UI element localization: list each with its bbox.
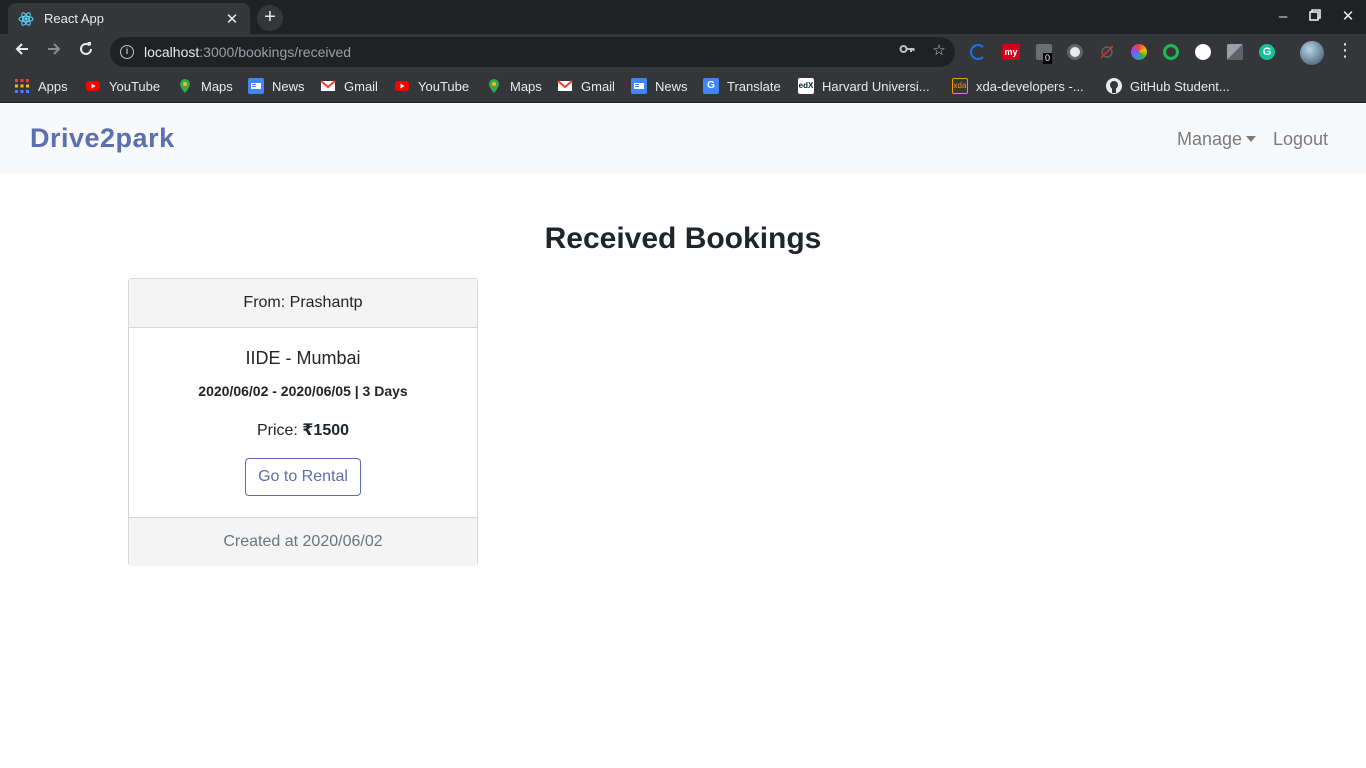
booking-from: From: Prashantp — [129, 279, 477, 328]
bookmark-translate[interactable]: G Translate — [703, 78, 781, 94]
go-to-rental-button[interactable]: Go to Rental — [245, 458, 361, 496]
profile-avatar[interactable] — [1300, 41, 1324, 65]
bookmark-maps[interactable]: Maps — [177, 78, 233, 94]
bookmark-gmail[interactable]: Gmail — [320, 78, 378, 94]
bookmark-youtube[interactable]: YouTube — [85, 78, 160, 94]
booking-card: From: Prashantp IIDE - Mumbai 2020/06/02… — [128, 278, 478, 566]
url-text: localhost:3000/bookings/received — [144, 44, 352, 60]
page-title: Received Bookings — [544, 222, 822, 255]
tab-title: React App — [44, 11, 104, 26]
brand-logo[interactable]: Drive2park — [30, 123, 175, 154]
react-logo-icon — [18, 11, 34, 27]
bookmark-gmail-2[interactable]: Gmail — [557, 78, 615, 94]
extension-square-icon[interactable] — [1227, 44, 1243, 60]
minimize-window-icon[interactable]: – — [1272, 6, 1294, 28]
maps-pin-icon — [486, 78, 502, 94]
extension-white-circle-icon[interactable] — [1195, 44, 1211, 60]
browser-title-bar: React App ✕ + – ✕ — [0, 0, 1366, 34]
github-icon — [1106, 78, 1122, 94]
booking-price: Price: ₹1500 — [129, 420, 477, 440]
extension-badge-count: 0 — [1043, 53, 1053, 64]
extension-my-icon[interactable]: my — [1002, 44, 1020, 60]
maps-pin-icon — [177, 78, 193, 94]
google-news-icon — [631, 78, 647, 94]
bookmark-harvard[interactable]: edX Harvard Universi... — [798, 78, 930, 94]
bookmark-github[interactable]: GitHub Student... — [1106, 78, 1230, 94]
extension-record-icon[interactable] — [1067, 44, 1083, 60]
chevron-down-icon — [1246, 136, 1257, 142]
restore-window-icon[interactable] — [1304, 6, 1326, 28]
extension-loading-icon[interactable] — [970, 44, 986, 60]
grammarly-icon[interactable]: G — [1259, 44, 1275, 60]
extension-disabled-icon[interactable] — [1099, 44, 1115, 60]
browser-menu-icon[interactable]: ⋮ — [1336, 40, 1354, 61]
manage-label: Manage — [1177, 129, 1243, 149]
key-icon[interactable] — [897, 41, 917, 61]
youtube-icon — [394, 78, 410, 94]
close-window-icon[interactable]: ✕ — [1337, 6, 1359, 28]
bookmark-xda[interactable]: xda xda-developers -... — [952, 78, 1084, 94]
gmail-icon — [557, 78, 573, 94]
price-value: ₹1500 — [302, 422, 350, 439]
apps-grid-icon — [14, 78, 30, 94]
gmail-icon — [320, 78, 336, 94]
bookmark-news[interactable]: News — [248, 78, 305, 94]
tab-close-icon[interactable]: ✕ — [224, 10, 240, 28]
browser-toolbar: i localhost:3000/bookings/received ☆ — [0, 34, 1366, 70]
bookmark-maps-2[interactable]: Maps — [486, 78, 542, 94]
edx-icon: edX — [798, 78, 814, 94]
app-navbar: Drive2park Manage Logout — [0, 104, 1366, 174]
extension-badge-icon[interactable]: 0 — [1036, 44, 1053, 64]
youtube-icon — [85, 78, 101, 94]
bookmark-news-2[interactable]: News — [631, 78, 688, 94]
bookmark-youtube-2[interactable]: YouTube — [394, 78, 469, 94]
logout-link[interactable]: Logout — [1273, 129, 1328, 150]
browser-tab[interactable]: React App ✕ — [8, 3, 250, 34]
back-arrow-icon[interactable] — [11, 41, 33, 63]
new-tab-button[interactable]: + — [257, 5, 283, 31]
xda-icon: xda — [952, 78, 968, 94]
address-bar[interactable]: i localhost:3000/bookings/received — [110, 37, 955, 67]
google-translate-icon: G — [703, 78, 719, 94]
price-label: Price: — [256, 422, 303, 439]
booking-place: IIDE - Mumbai — [245, 348, 361, 368]
booking-created-at: Created at 2020/06/02 — [129, 517, 477, 566]
bookmarks-bar: Apps YouTube Maps News Gmail YouTube Map… — [0, 70, 1366, 103]
booking-dates: 2020/06/02 - 2020/06/05 | 3 Days — [198, 383, 408, 399]
manage-dropdown[interactable]: Manage — [1177, 129, 1257, 150]
bookmark-apps[interactable]: Apps — [14, 78, 68, 94]
forward-arrow-icon[interactable] — [43, 41, 65, 63]
google-news-icon — [248, 78, 264, 94]
extension-color-picker-icon[interactable] — [1131, 44, 1147, 60]
extension-target-icon[interactable] — [1163, 44, 1179, 60]
bookmark-star-icon[interactable]: ☆ — [929, 41, 949, 59]
reload-icon[interactable] — [75, 41, 97, 63]
site-info-icon[interactable]: i — [120, 45, 134, 59]
